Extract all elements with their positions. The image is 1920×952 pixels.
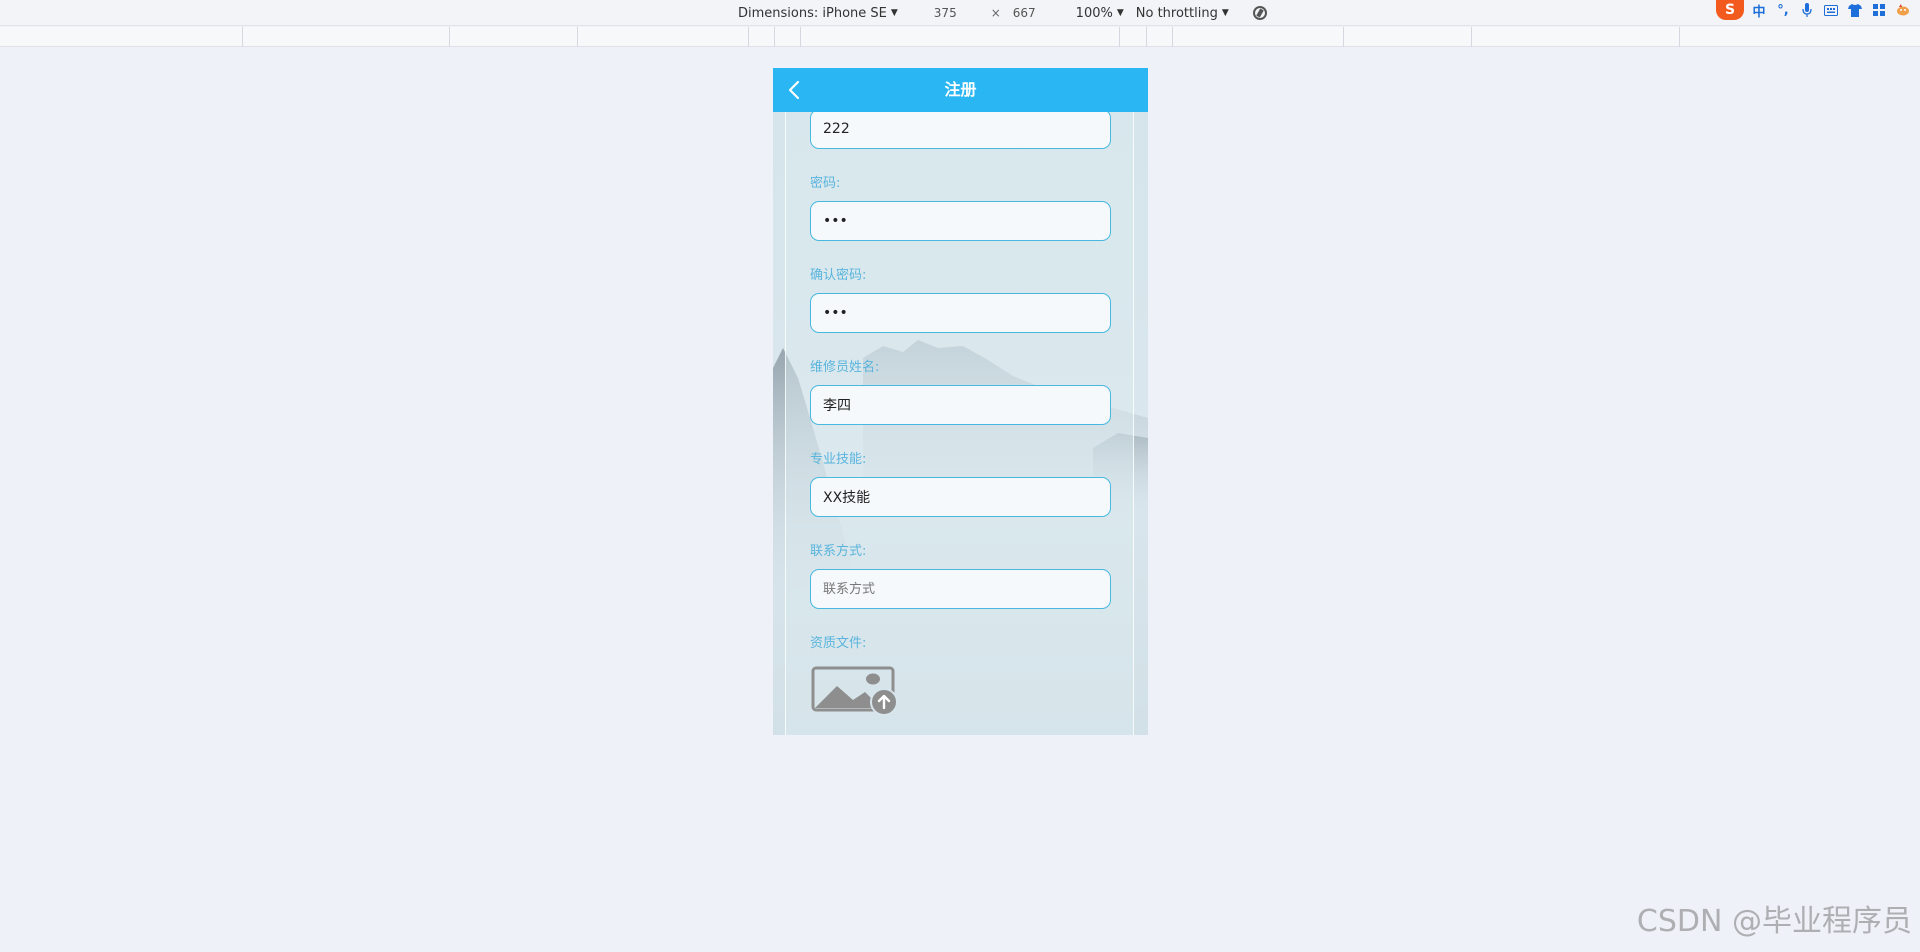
skin-shirt-icon[interactable] [1848,3,1862,17]
repairman-name-label: 维修员姓名: [810,360,880,375]
password-label: 密码: [810,176,841,191]
ruler-tick [577,27,578,47]
times-symbol: × [990,6,1001,20]
page-title: 注册 [944,80,977,99]
contact-input[interactable] [810,569,1111,609]
contact-label: 联系方式: [810,544,867,559]
qualification-file-label: 资质文件: [810,636,867,651]
width-input[interactable]: 375 [934,6,957,20]
sogou-logo-icon[interactable]: S [1716,0,1744,20]
zoom-dropdown[interactable]: 100% ▼ [1076,6,1124,21]
ruler-tick [1119,27,1120,47]
ruler-tick [1172,27,1173,47]
nav-header: 注册 [773,68,1148,112]
skill-input[interactable] [810,477,1111,517]
devtools-toolbar: Dimensions: iPhone SE ▼ 375 × 667 100% ▼… [0,0,1920,26]
ruler-tick [1343,27,1344,47]
zoom-label: 100% [1075,5,1113,21]
repairman-name-input[interactable] [810,385,1111,425]
keyboard-icon[interactable] [1824,3,1838,17]
caret-down-icon: ▼ [890,8,898,18]
toolbox-grid-icon[interactable] [1872,3,1886,17]
ime-punct-toggle[interactable]: °, [1776,3,1790,18]
skill-label: 专业技能: [810,452,867,467]
dimensions-label: Dimensions: iPhone SE [738,5,887,21]
ruler-tick [449,27,450,47]
phone-viewport: 注册 密码: 确认密码: 维修员姓名: 专业技能: 联系方式: 资质文件: [773,68,1148,735]
watermark: CSDN @毕业程序员 [1636,904,1912,939]
ruler-tick [1146,27,1147,47]
throttling-label: No throttling [1135,5,1218,21]
ruler-tick [1679,27,1680,47]
ruler-tick [748,27,749,47]
confirm-password-label: 确认密码: [810,268,867,283]
ime-lang-toggle[interactable]: 中 [1752,3,1766,20]
rotate-icon[interactable] [1252,6,1267,20]
height-input[interactable]: 667 [1013,6,1036,20]
ruler-tick [1471,27,1472,47]
device-toolbar: Dimensions: iPhone SE ▼ 375 × 667 100% ▼… [738,0,1267,26]
image-upload-button[interactable] [811,666,901,716]
ime-toolbar: S 中 °, [1716,0,1910,20]
username-input[interactable] [810,109,1111,149]
throttling-dropdown[interactable]: No throttling ▼ [1136,6,1229,21]
ruler-tick [242,27,243,47]
image-upload-icon [811,666,898,716]
ruler-tick [774,27,775,47]
confirm-password-input[interactable] [810,293,1111,333]
dimensions-dropdown[interactable]: Dimensions: iPhone SE ▼ [738,6,898,21]
microphone-icon[interactable] [1800,3,1814,17]
ruler-tick [800,27,801,47]
password-input[interactable] [810,201,1111,241]
caret-down-icon: ▼ [1116,8,1124,18]
caret-down-icon: ▼ [1221,8,1229,18]
mascot-icon[interactable] [1896,3,1910,17]
device-ruler [0,27,1920,47]
